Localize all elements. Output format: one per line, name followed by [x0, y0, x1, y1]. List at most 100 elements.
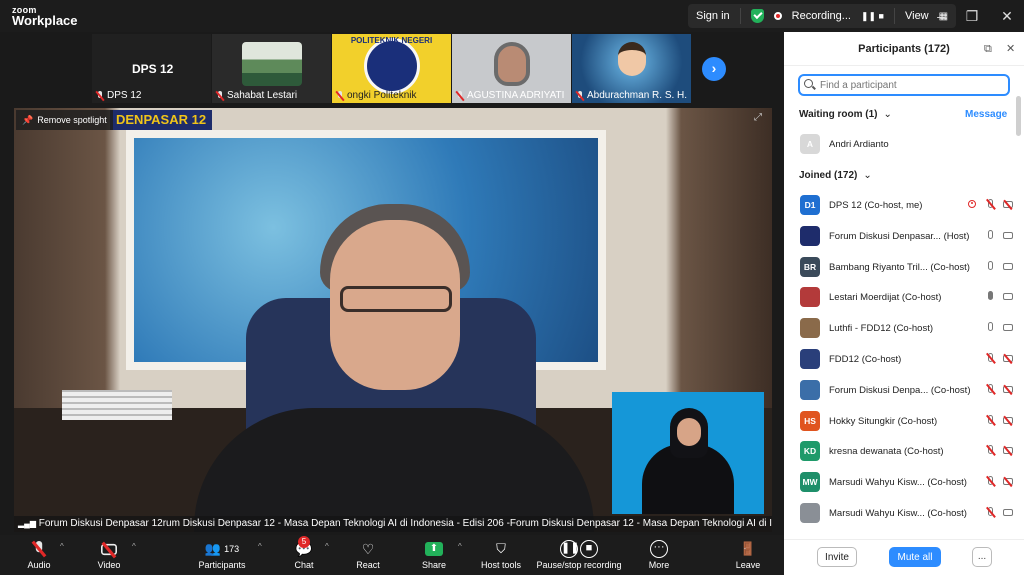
- participant-row[interactable]: Forum Diskusi Denpa... (Co-host): [800, 379, 1014, 401]
- video-off-icon[interactable]: [1002, 385, 1014, 396]
- logo-line2: Workplace: [12, 13, 78, 28]
- participant-row[interactable]: FDD12 (Co-host): [800, 348, 1014, 370]
- participant-row[interactable]: MW Marsudi Wahyu Kisw... (Co-host): [800, 471, 1014, 493]
- participant-row[interactable]: HS Hokky Situngkir (Co-host): [800, 410, 1014, 432]
- waiting-room-header[interactable]: Waiting room (1) ⌄: [799, 109, 892, 120]
- spotlight-video[interactable]: DENPASAR 12 📌 Remove spotlight ⤢ ▂▄▆ For…: [14, 108, 772, 532]
- video-button[interactable]: Video: [92, 538, 126, 570]
- pause-icon[interactable]: ❚❚ ■: [861, 11, 884, 22]
- avatar: [800, 287, 820, 307]
- video-off-icon[interactable]: [1002, 354, 1014, 365]
- invite-button[interactable]: Invite: [817, 547, 857, 567]
- video-icon[interactable]: [1002, 292, 1014, 303]
- people-icon: 👥: [204, 541, 222, 556]
- close-icon[interactable]: ✕: [998, 7, 1016, 25]
- participants-options-caret-icon[interactable]: ^: [258, 542, 262, 551]
- video-off-icon[interactable]: [1002, 416, 1014, 427]
- leave-button[interactable]: 🚪 Leave: [732, 538, 764, 570]
- mic-muted-icon[interactable]: [984, 199, 996, 211]
- pause-stop-recording-button[interactable]: ❚❚ ■ Pause/stop recording: [534, 538, 624, 570]
- participant-row[interactable]: Lestari Moerdijat (Co-host): [800, 286, 1014, 308]
- divider: [739, 8, 741, 24]
- share-options-caret-icon[interactable]: ^: [458, 542, 462, 551]
- sign-in-button[interactable]: Sign in: [696, 10, 730, 22]
- chat-options-caret-icon[interactable]: ^: [325, 542, 329, 551]
- participants-button[interactable]: 👥 173 Participants: [194, 538, 250, 570]
- more-options-button[interactable]: ...: [972, 547, 992, 567]
- mic-muted-icon: [22, 538, 56, 560]
- zoom-window: zoom Workplace Sign in Recording... ❚❚ ■…: [0, 0, 1024, 575]
- maximize-icon[interactable]: ❐: [963, 7, 981, 25]
- ticker-text: Forum Diskusi Denpasar 12rum Diskusi Den…: [38, 518, 772, 529]
- mic-muted-icon[interactable]: [984, 415, 996, 427]
- video-off-icon[interactable]: [1002, 446, 1014, 457]
- thumbnail-dps12[interactable]: DPS 12 DPS 12: [92, 34, 211, 103]
- joined-header[interactable]: Joined (172) ⌄: [799, 170, 872, 181]
- audio-button[interactable]: Audio: [22, 538, 56, 570]
- mic-icon[interactable]: [984, 322, 996, 334]
- video-icon[interactable]: [1002, 323, 1014, 334]
- participant-row[interactable]: Marsudi Wahyu Kisw... (Co-host): [800, 502, 1014, 524]
- sign-language-interpreter-video[interactable]: [612, 392, 764, 514]
- mute-all-button[interactable]: Mute all: [889, 547, 941, 567]
- participant-row[interactable]: Forum Diskusi Denpasar... (Host): [800, 225, 1014, 247]
- mic-muted-icon[interactable]: [984, 507, 996, 519]
- video-options-caret-icon[interactable]: ^: [132, 542, 136, 551]
- next-page-arrow-icon[interactable]: ›: [702, 57, 726, 81]
- meeting-status-bar: Sign in Recording... ❚❚ ■ View ▦: [688, 4, 957, 28]
- mic-muted-icon[interactable]: [984, 476, 996, 488]
- mic-icon[interactable]: [984, 291, 996, 303]
- minimize-icon[interactable]: –: [932, 7, 950, 25]
- panel-footer: Invite Mute all ...: [784, 539, 1024, 575]
- heart-icon: ♡: [361, 540, 375, 557]
- video-icon[interactable]: [1002, 508, 1014, 519]
- message-link[interactable]: Message: [965, 109, 1007, 120]
- thumbnail-politeknik[interactable]: POLITEKNIK NEGERI ongki Politeknik: [332, 34, 451, 103]
- mic-muted-icon[interactable]: [984, 445, 996, 457]
- close-panel-icon[interactable]: ✕: [1006, 32, 1015, 66]
- thumbnail-abdurachman[interactable]: Abdurachman R. S. H.: [572, 34, 691, 103]
- avatar: BR: [800, 257, 820, 277]
- react-button[interactable]: ♡ React: [352, 538, 384, 571]
- mic-icon[interactable]: [984, 230, 996, 242]
- mic-muted-icon[interactable]: [984, 353, 996, 365]
- interpreter-face: [677, 418, 701, 446]
- participant-row[interactable]: Luthfi - FDD12 (Co-host): [800, 317, 1014, 339]
- video-off-icon[interactable]: [1002, 200, 1014, 211]
- host-tools-button[interactable]: ⛉ Host tools: [478, 538, 524, 570]
- participant-row[interactable]: D1 DPS 12 (Co-host, me): [800, 194, 1014, 216]
- encryption-shield-icon[interactable]: [750, 9, 764, 23]
- pop-out-icon[interactable]: ⧉: [984, 32, 992, 66]
- mic-muted-icon[interactable]: [984, 384, 996, 396]
- thumbnail-agustina[interactable]: AGUSTINA ADRIYATI: [452, 34, 571, 103]
- video-off-icon[interactable]: [1002, 477, 1014, 488]
- chevron-down-icon: ⌄: [883, 109, 892, 120]
- participant-name: Luthfi - FDD12 (Co-host): [829, 322, 934, 334]
- thumbnail-sahabat-lestari[interactable]: Sahabat Lestari: [212, 34, 331, 103]
- participant-row[interactable]: BR Bambang Riyanto Tril... (Co-host): [800, 256, 1014, 278]
- video-thumbnail-strip: DPS 12 DPS 12 Sahabat Lestari POLITEKNIK…: [92, 34, 692, 103]
- expand-icon[interactable]: ⤢: [754, 112, 762, 123]
- share-button[interactable]: ⬆ Share: [418, 538, 450, 570]
- avatar: [800, 226, 820, 246]
- speaker-glasses: [340, 286, 452, 312]
- remove-spotlight-button[interactable]: 📌 Remove spotlight: [16, 110, 113, 130]
- find-participant-input[interactable]: [798, 74, 1010, 96]
- participant-row[interactable]: KD kresna dewanata (Co-host): [800, 440, 1014, 462]
- thumbnail-image: [242, 42, 302, 86]
- audio-options-caret-icon[interactable]: ^: [60, 542, 64, 551]
- thumbnail-image: [494, 42, 530, 86]
- view-button[interactable]: View: [905, 10, 929, 22]
- video-icon[interactable]: [1002, 231, 1014, 242]
- recording-status[interactable]: Recording...: [792, 10, 851, 22]
- more-button[interactable]: ··· More: [644, 538, 674, 570]
- waiting-participant-row[interactable]: A Andri Ardianto: [800, 133, 1014, 155]
- scrollbar[interactable]: [1016, 96, 1021, 136]
- chat-button[interactable]: 💬 5 Chat: [288, 536, 320, 570]
- mic-icon[interactable]: [984, 261, 996, 273]
- ticker-bar: ▂▄▆ Forum Diskusi Denpasar 12rum Diskusi…: [14, 516, 772, 532]
- event-banner: DENPASAR 12: [110, 110, 213, 130]
- video-icon[interactable]: [1002, 262, 1014, 273]
- participant-name: Marsudi Wahyu Kisw... (Co-host): [829, 507, 967, 519]
- thumbnail-overlay: POLITEKNIK NEGERI: [350, 36, 433, 45]
